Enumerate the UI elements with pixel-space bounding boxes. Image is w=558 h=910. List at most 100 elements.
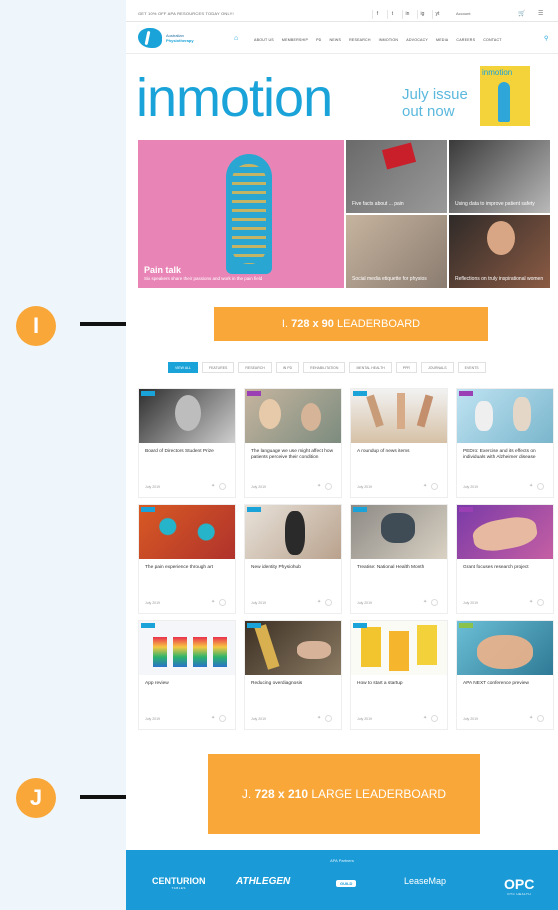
filter-view-all[interactable]: VIEW ALL xyxy=(168,362,198,373)
article-date: July 2019 xyxy=(145,485,160,489)
cactus-image xyxy=(226,154,272,274)
share-icon[interactable]: ✦ xyxy=(211,715,215,721)
nav-link-advocacy[interactable]: ADVOCACY xyxy=(406,38,428,42)
bookmark-icon[interactable] xyxy=(431,715,438,722)
partner-logo-athlegen[interactable]: ATHLEGEN xyxy=(236,876,290,887)
nav-link-about[interactable]: ABOUT US xyxy=(254,38,274,42)
annotation-badge-j: J xyxy=(16,778,56,818)
large-leaderboard-ad[interactable]: J. 728 x 210 LARGE LEADERBOARD xyxy=(208,754,480,834)
article-date: July 2019 xyxy=(357,717,372,721)
article-card[interactable]: New identity Physiohub July 2019 ✦ xyxy=(244,504,342,614)
partner-logo-guild[interactable]: GUILD xyxy=(336,880,357,887)
filter-mental-health[interactable]: MENTAL HEALTH xyxy=(349,362,392,373)
category-tag xyxy=(141,391,155,396)
article-title: Board of Directors Student Prize xyxy=(145,449,214,454)
facebook-icon[interactable]: f xyxy=(372,10,382,19)
share-icon[interactable]: ✦ xyxy=(317,599,321,605)
feature-tile-reflections[interactable]: Reflections on truly inspirational women xyxy=(449,215,550,288)
nav-link-contact[interactable]: CONTACT xyxy=(483,38,502,42)
article-card[interactable]: Board of Directors Student Prize July 20… xyxy=(138,388,236,498)
feature-tile-social[interactable]: Social media etiquette for physios xyxy=(346,215,447,288)
partner-name: GUILD xyxy=(340,881,353,886)
promo-message[interactable]: GET 10% OFF APA RESOURCES TODAY ONLY! xyxy=(138,11,234,16)
feature-subtitle: Six speakers share their passions and wo… xyxy=(144,276,263,281)
filter-features[interactable]: FEATURES xyxy=(201,362,235,373)
feature-tile-data[interactable]: Using data to improve patient safety xyxy=(449,140,550,213)
magazine-cover[interactable]: inmotion xyxy=(480,66,530,126)
share-icon[interactable]: ✦ xyxy=(211,599,215,605)
feature-tile-facts[interactable]: Five facts about ... pain xyxy=(346,140,447,213)
issue-text[interactable]: July issue out now xyxy=(402,86,484,120)
feature-title: Five facts about ... pain xyxy=(352,201,404,207)
filter-journals[interactable]: JOURNALS xyxy=(420,362,454,373)
nav-link-pd[interactable]: PD xyxy=(316,38,321,42)
bookmark-icon[interactable] xyxy=(325,483,332,490)
article-filters: VIEW ALL FEATURES RESEARCH IN PD REHABIL… xyxy=(168,362,486,373)
article-card[interactable]: How to start a startup July 2019 ✦ xyxy=(350,620,448,730)
bookmark-icon[interactable] xyxy=(537,599,544,606)
share-icon[interactable]: ✦ xyxy=(317,483,321,489)
share-icon[interactable]: ✦ xyxy=(423,599,427,605)
filter-ppr[interactable]: PPR xyxy=(395,362,417,373)
bookmark-icon[interactable] xyxy=(325,715,332,722)
cart-icon[interactable]: 🛒 xyxy=(518,10,525,17)
share-icon[interactable]: ✦ xyxy=(529,715,533,721)
site-logo[interactable]: Australian Physiotherapy xyxy=(138,28,200,50)
nav-link-membership[interactable]: MEMBERSHIP xyxy=(282,38,308,42)
nav-link-inmotion[interactable]: INMOTION xyxy=(379,38,399,42)
article-date: July 2019 xyxy=(357,485,372,489)
filter-research[interactable]: RESEARCH xyxy=(238,362,272,373)
bookmark-icon[interactable] xyxy=(219,715,226,722)
partner-logo-centurion[interactable]: CENTURION TABLES xyxy=(152,876,206,890)
share-icon[interactable]: ✦ xyxy=(423,483,427,489)
article-card[interactable]: PEDro: Exercise and its effects on indiv… xyxy=(456,388,554,498)
bookmark-icon[interactable] xyxy=(431,599,438,606)
share-icon[interactable]: ✦ xyxy=(423,715,427,721)
filter-events[interactable]: EVENTS xyxy=(457,362,486,373)
article-card[interactable]: Grant focuses research project July 2019… xyxy=(456,504,554,614)
article-card[interactable]: Reducing overdiagnosis July 2019 ✦ xyxy=(244,620,342,730)
nav-link-careers[interactable]: CAREERS xyxy=(456,38,475,42)
article-card[interactable]: Treatise: National Health Month July 201… xyxy=(350,504,448,614)
article-card[interactable]: APA NEXT conference preview July 2019 ✦ xyxy=(456,620,554,730)
twitter-icon[interactable]: t xyxy=(387,10,397,19)
partner-logo-opc[interactable]: OPC OTC HEALTH xyxy=(504,876,534,896)
instagram-icon[interactable]: ig xyxy=(417,10,427,19)
search-icon[interactable]: ⚲ xyxy=(544,35,548,42)
partner-logo-leasemap[interactable]: LeaseMap xyxy=(404,876,446,886)
partner-logos: CENTURION TABLES ATHLEGEN GUILD LeaseMap… xyxy=(126,876,558,896)
bookmark-icon[interactable] xyxy=(325,599,332,606)
nav-link-media[interactable]: MEDIA xyxy=(436,38,448,42)
magazine-title[interactable]: inmotion xyxy=(136,68,333,128)
article-card[interactable]: The pain experience through art July 201… xyxy=(138,504,236,614)
account-link[interactable]: Account xyxy=(456,11,470,16)
leaderboard-ad[interactable]: I. 728 x 90 LEADERBOARD xyxy=(214,307,488,341)
bookmark-icon[interactable] xyxy=(537,483,544,490)
share-icon[interactable]: ✦ xyxy=(211,483,215,489)
share-icon[interactable]: ✦ xyxy=(529,483,533,489)
filter-rehabilitation[interactable]: REHABILITATION xyxy=(303,362,346,373)
nav-link-news[interactable]: NEWS xyxy=(329,38,341,42)
article-card[interactable]: App review July 2019 ✦ xyxy=(138,620,236,730)
bookmark-icon[interactable] xyxy=(431,483,438,490)
article-image xyxy=(457,505,553,559)
youtube-icon[interactable]: yt xyxy=(432,10,442,19)
share-icon[interactable]: ✦ xyxy=(317,715,321,721)
article-card[interactable]: The language we use might affect how pat… xyxy=(244,388,342,498)
feature-title: Pain talk xyxy=(144,265,182,275)
cover-title: inmotion xyxy=(482,68,513,77)
article-title: Grant focuses research project xyxy=(463,565,529,570)
feature-tile-pain-talk[interactable]: Pain talk Six speakers share their passi… xyxy=(138,140,344,288)
article-card[interactable]: A roundup of news items July 2019 ✦ xyxy=(350,388,448,498)
feature-image xyxy=(381,142,417,170)
bookmark-icon[interactable] xyxy=(219,599,226,606)
home-icon[interactable]: ⌂ xyxy=(234,35,238,42)
article-image xyxy=(351,505,447,559)
filter-in-pd[interactable]: IN PD xyxy=(275,362,300,373)
linkedin-icon[interactable]: in xyxy=(402,10,412,19)
menu-icon[interactable]: ☰ xyxy=(538,10,543,17)
share-icon[interactable]: ✦ xyxy=(529,599,533,605)
nav-link-research[interactable]: RESEARCH xyxy=(349,38,371,42)
bookmark-icon[interactable] xyxy=(537,715,544,722)
bookmark-icon[interactable] xyxy=(219,483,226,490)
